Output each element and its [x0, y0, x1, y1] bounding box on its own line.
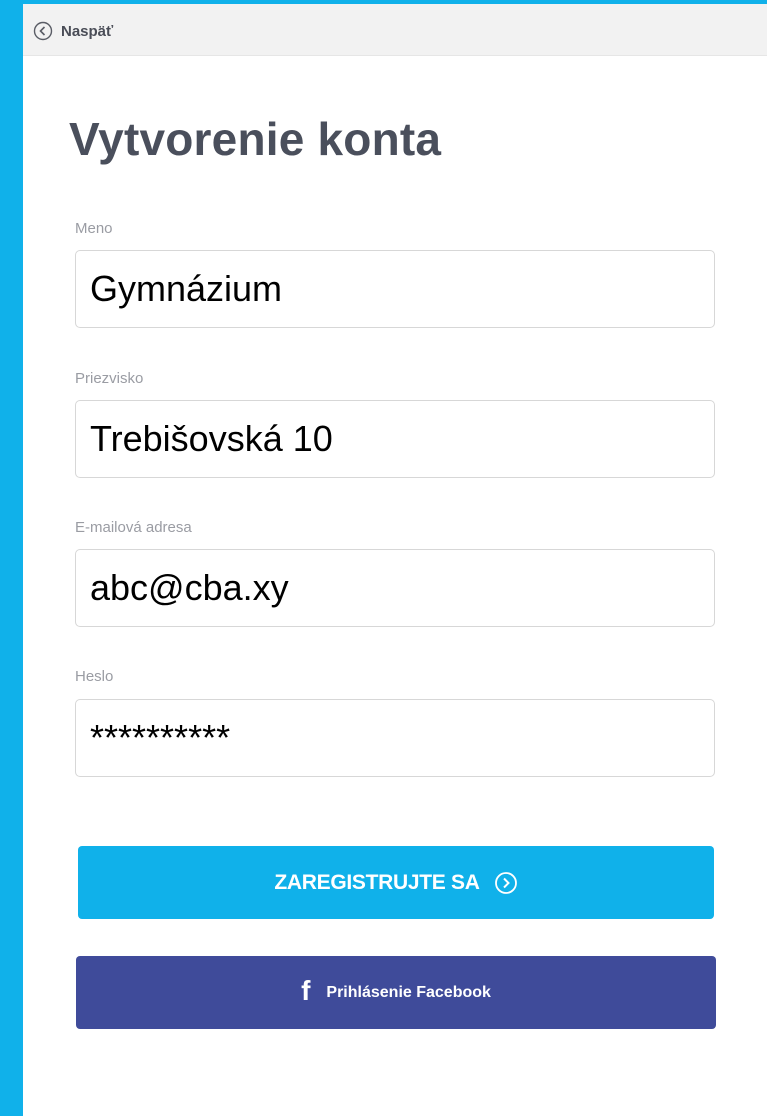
back-button[interactable]: Naspäť [33, 18, 113, 44]
last-name-label: Priezvisko [75, 370, 144, 387]
top-bar: Naspäť [23, 4, 767, 56]
page-title: Vytvorenie konta [69, 113, 442, 165]
email-field[interactable] [75, 549, 715, 627]
facebook-login-button[interactable]: f Prihlásenie Facebook [76, 956, 716, 1029]
last-name-field[interactable] [75, 400, 715, 478]
email-label: E-mailová adresa [75, 519, 192, 536]
chevron-right-circle-icon [480, 871, 518, 895]
register-button[interactable]: ZAREGISTRUJTE SA [78, 846, 714, 919]
password-label: Heslo [75, 668, 114, 685]
back-label: Naspäť [61, 22, 114, 40]
register-button-label: ZAREGISTRUJTE SA [274, 870, 480, 894]
facebook-login-label: Prihlásenie Facebook [326, 983, 491, 1001]
signup-panel: Naspäť Vytvorenie konta Meno Priezvisko … [23, 4, 767, 1116]
password-field[interactable] [75, 699, 715, 777]
chevron-left-circle-icon [33, 21, 53, 41]
first-name-field[interactable] [75, 250, 715, 328]
first-name-label: Meno [75, 220, 113, 237]
facebook-icon: f [301, 974, 311, 1006]
